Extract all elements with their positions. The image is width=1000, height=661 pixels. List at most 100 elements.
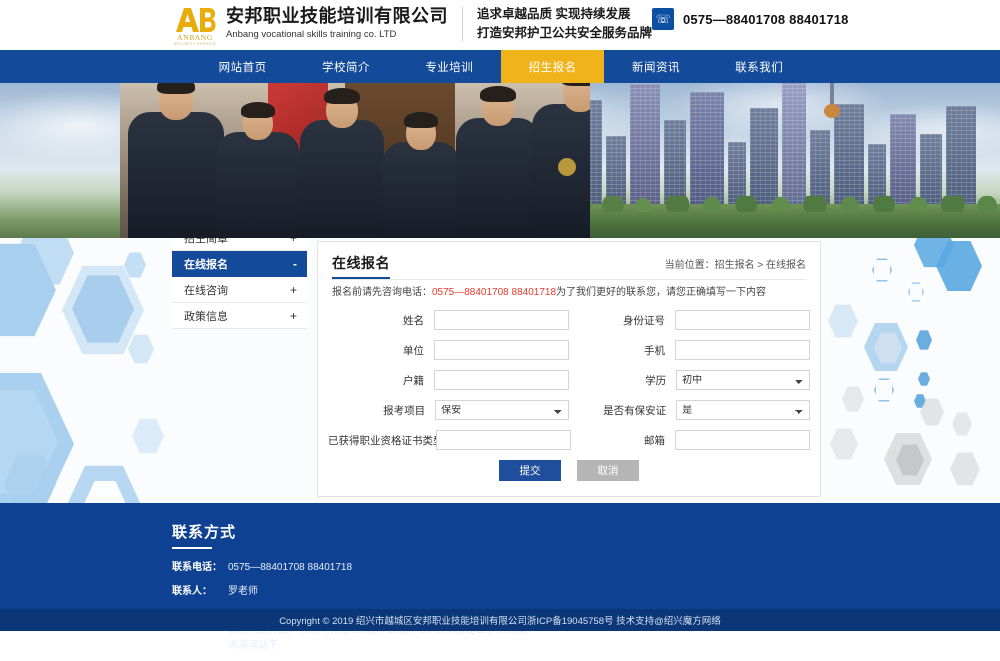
nav-item-home[interactable]: 网站首页	[191, 50, 294, 83]
footer-row-contact-person: 联系人： 罗老师	[172, 584, 828, 599]
field-unit: 单位	[328, 340, 569, 360]
idcard-input[interactable]	[675, 310, 810, 330]
footer-value-contact-person: 罗老师	[228, 586, 258, 597]
page-root: ANBANG SECURITY SERVICE 安邦职业技能培训有限公司 Anb…	[0, 0, 1000, 661]
footer-contact-block: 联系方式 联系电话： 0575—88401708 88401718 联系人： 罗…	[172, 521, 828, 661]
form-notice: 报名前请先咨询电话：0575—88401708 88401718为了我们更好的联…	[318, 280, 820, 300]
banner-security-officers-photo	[120, 83, 590, 238]
notice-phone: 0575—88401708 88401718	[432, 287, 557, 298]
footer-row-phone: 联系电话： 0575—88401708 88401718	[172, 560, 828, 575]
education-select[interactable]: 初中高中中专大专本科	[676, 370, 810, 390]
logo-wordmark-sub: SECURITY SERVICE	[173, 41, 217, 46]
plus-icon: +	[290, 238, 297, 245]
sidebar-item-label: 在线咨询	[184, 284, 228, 297]
main-navigation: 网站首页 学校简介 专业培训 招生报名 新闻资讯 联系我们	[0, 50, 1000, 83]
label-has-cert: 是否有保安证	[603, 404, 667, 417]
breadcrumb: 当前位置：招生报名 > 在线报名	[664, 260, 806, 271]
label-mobile: 手机	[644, 344, 665, 357]
mobile-input[interactable]	[675, 340, 810, 360]
plus-icon: +	[289, 282, 297, 297]
form-row-3: 户籍 学历 初中高中中专大专本科	[328, 370, 810, 390]
nav-item-contact[interactable]: 联系我们	[708, 50, 811, 83]
slogan-line-2: 打造安邦护卫公共安全服务品牌	[477, 26, 653, 40]
sidebar-item-label: 在线报名	[184, 258, 228, 271]
header-phone-number: 0575—88401708 88401718	[683, 11, 849, 27]
ab-monogram-icon	[174, 6, 216, 33]
form-row-2: 单位 手机	[328, 340, 810, 360]
form-row-5: 已获得职业资格证书类型 邮箱	[328, 430, 810, 450]
footer-contact-rows: 联系电话： 0575—88401708 88401718 联系人： 罗老师 联系…	[172, 560, 828, 653]
field-mobile: 手机	[569, 340, 810, 360]
sidebar-list: 招生简章 + 在线报名 - 在线咨询 + 政策信息 +	[172, 238, 307, 329]
nav-item-about[interactable]: 学校简介	[294, 50, 397, 83]
field-project: 报考项目 保安保安师消防安检	[328, 400, 569, 420]
sidebar-item-zhaosheng-jianzhang[interactable]: 招生简章 +	[172, 238, 307, 251]
label-idcard: 身份证号	[623, 314, 665, 327]
phone-icon: ☏	[652, 8, 674, 30]
header-phone[interactable]: ☏ 0575—88401708 88401718	[652, 8, 849, 30]
nav-item-news[interactable]: 新闻资讯	[604, 50, 707, 83]
hero-banner	[0, 83, 1000, 238]
field-education: 学历 初中高中中专大专本科	[569, 370, 810, 390]
logo-mark-icon: ANBANG SECURITY SERVICE	[172, 1, 218, 47]
plus-icon: +	[289, 308, 297, 323]
company-slogan: 追求卓越品质 实现持续发展 打造安邦护卫公共安全服务品牌	[477, 5, 652, 44]
project-select[interactable]: 保安保安师消防安检	[435, 400, 569, 420]
label-education: 学历	[645, 374, 667, 387]
brand-name-cn: 安邦职业技能培训有限公司	[226, 6, 448, 27]
sidebar-item-online-enrollment[interactable]: 在线报名 -	[172, 251, 307, 277]
slogan-line-1: 追求卓越品质 实现持续发展	[477, 6, 631, 21]
label-email: 邮箱	[644, 434, 665, 447]
submit-button[interactable]: 提交	[499, 460, 561, 481]
sidebar-item-label: 招生简章	[184, 238, 228, 245]
site-logo[interactable]: ANBANG SECURITY SERVICE 安邦职业技能培训有限公司 Anb…	[172, 1, 652, 47]
page-title: 在线报名	[332, 253, 390, 279]
name-input[interactable]	[434, 310, 569, 330]
has-cert-select[interactable]: 是否	[676, 400, 810, 420]
enrollment-form-panel: 在线报名 当前位置：招生报名 > 在线报名 报名前请先咨询电话：0575—884…	[317, 241, 821, 497]
label-unit: 单位	[403, 344, 424, 357]
brand-text-block: 安邦职业技能培训有限公司 Anbang vocational skills tr…	[226, 6, 448, 41]
footer-title-underline	[172, 547, 212, 549]
copyright-bar: Copyright © 2019 绍兴市越城区安邦职业技能培训有限公司浙ICP备…	[0, 609, 1000, 631]
form-row-1: 姓名 身份证号	[328, 310, 810, 330]
label-project: 报考项目	[383, 404, 426, 417]
footer-value-phone: 0575—88401708 88401718	[228, 562, 353, 573]
site-header: ANBANG SECURITY SERVICE 安邦职业技能培训有限公司 Anb…	[0, 0, 1000, 50]
field-idcard: 身份证号	[569, 310, 810, 330]
form-actions: 提交 取消	[328, 460, 810, 481]
cert-type-input[interactable]	[436, 430, 571, 450]
form-row-4: 报考项目 保安保安师消防安检 是否有保安证 是否	[328, 400, 810, 420]
sidebar-item-online-consult[interactable]: 在线咨询 +	[172, 277, 307, 303]
label-cert-type: 已获得职业资格证书类型	[328, 434, 444, 447]
nav-item-enrollment[interactable]: 招生报名	[500, 50, 605, 83]
label-name: 姓名	[403, 314, 424, 327]
brand-name-en: Anbang vocational skills training co. LT…	[226, 29, 397, 41]
logo-wordmark: ANBANG	[177, 33, 213, 42]
footer-key-contact-person: 联系人：	[172, 586, 212, 597]
field-has-cert: 是否有保安证 是否	[569, 400, 810, 420]
unit-input[interactable]	[434, 340, 569, 360]
field-cert-type: 已获得职业资格证书类型	[328, 430, 571, 450]
notice-prefix: 报名前请先咨询电话：	[332, 287, 432, 298]
content-area: 招生报名 招生简章 + 在线报名 - 在线咨询 + 政策信息 +	[0, 238, 1000, 503]
email-input[interactable]	[675, 430, 810, 450]
panel-header: 在线报名 当前位置：招生报名 > 在线报名	[318, 242, 820, 279]
field-hukou: 户籍	[328, 370, 569, 390]
banner-cityscape	[570, 83, 1000, 238]
sidebar-item-label: 政策信息	[184, 310, 228, 323]
footer-key-phone: 联系电话：	[172, 562, 222, 573]
hukou-input[interactable]	[434, 370, 569, 390]
minus-icon: -	[293, 256, 297, 271]
enrollment-form: 姓名 身份证号 单位 手机 户籍 学历 初中 报考项目 保安 是否有保安证 是 …	[318, 300, 820, 481]
cancel-button[interactable]: 取消	[577, 460, 639, 481]
field-email: 邮箱	[569, 430, 810, 450]
footer-title: 联系方式	[172, 524, 237, 541]
header-divider	[462, 7, 463, 41]
notice-suffix: 为了我们更好的联系您，请您正确填写一下内容	[556, 287, 767, 298]
label-hukou: 户籍	[403, 374, 424, 387]
site-footer: 联系方式 联系电话： 0575—88401708 88401718 联系人： 罗…	[0, 503, 1000, 651]
field-name: 姓名	[328, 310, 569, 330]
sidebar-item-policy-info[interactable]: 政策信息 +	[172, 303, 307, 329]
nav-item-training[interactable]: 专业培训	[398, 50, 501, 83]
